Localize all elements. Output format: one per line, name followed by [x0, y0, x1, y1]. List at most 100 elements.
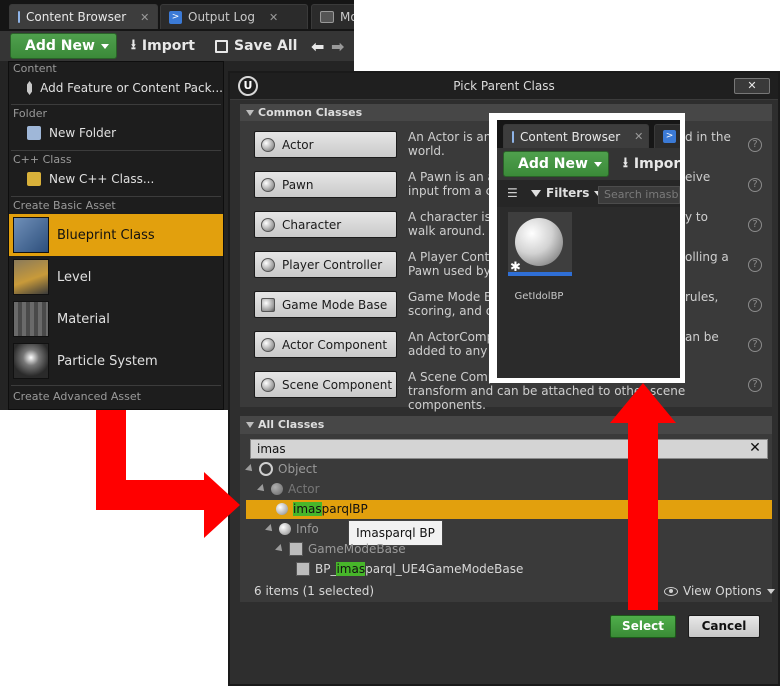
download-icon: ⭳: [131, 37, 136, 53]
tree-item-bp-gamemode[interactable]: BP_imasparql_UE4GameModeBase: [296, 562, 523, 576]
tree-item-info[interactable]: Info: [265, 522, 319, 536]
menu-item-new-folder[interactable]: New Folder: [9, 123, 223, 143]
inset-filter-bar: ☰ Filters Search imasbo: [497, 180, 680, 207]
all-classes-header[interactable]: All Classes: [240, 416, 772, 434]
menu-item-add-feature[interactable]: Add Feature or Content Pack...: [9, 77, 223, 99]
object-icon: [259, 462, 273, 476]
help-icon[interactable]: ?: [748, 258, 762, 272]
class-description-tail: rules,: [685, 290, 719, 304]
arrow-right-icon: ➡: [331, 36, 345, 56]
tree-item-object[interactable]: Object: [245, 462, 317, 476]
view-options-button[interactable]: View Options: [664, 584, 775, 598]
dialog-close-button[interactable]: ✕: [734, 78, 770, 94]
inset-add-new-button[interactable]: Add New: [503, 151, 609, 177]
class-button-actor[interactable]: Actor: [254, 131, 397, 158]
new-folder-icon: [27, 126, 41, 140]
class-button-actor-component[interactable]: Actor Component: [254, 331, 397, 358]
class-search-input[interactable]: imas: [250, 439, 768, 459]
inset-import-button[interactable]: ⭳ Impor: [623, 151, 680, 177]
asset-tile-getidolbp[interactable]: ✱: [508, 212, 572, 276]
tab-mo[interactable]: Mo: [311, 4, 354, 29]
class-button-character[interactable]: Character: [254, 211, 397, 238]
inset-tab-output-log[interactable]: >: [654, 124, 680, 148]
inset-content-browser: Content Browser ✕ > Add New ⭳ Impor ☰ Fi…: [497, 120, 680, 378]
asterisk-icon: ✱: [510, 260, 521, 275]
tab-content-browser[interactable]: Content Browser ✕: [9, 4, 158, 29]
forward-button[interactable]: ➡: [331, 33, 344, 59]
dialog-title: Pick Parent Class: [453, 79, 555, 93]
actor-icon: [261, 137, 275, 152]
divider: [11, 385, 221, 386]
annotation-arrow-right: [96, 480, 208, 510]
game-mode-icon: [296, 562, 310, 576]
expand-arrow-icon: [265, 524, 275, 534]
class-button-game-mode-base[interactable]: Game Mode Base: [254, 291, 397, 318]
asset-search-input[interactable]: Search imasbo: [598, 186, 680, 204]
menu-item-material[interactable]: Material: [9, 298, 223, 340]
close-icon[interactable]: ✕: [634, 130, 643, 143]
content-browser-icon: [18, 11, 20, 23]
save-all-button[interactable]: Save All: [215, 33, 297, 59]
blueprint-class-icon: [276, 503, 288, 515]
cancel-button[interactable]: Cancel: [688, 615, 760, 638]
chevron-down-icon: [100, 43, 109, 49]
download-icon: ⭳: [623, 155, 628, 171]
help-icon[interactable]: ?: [748, 138, 762, 152]
character-icon: [261, 217, 275, 232]
filter-icon: [531, 189, 541, 197]
save-icon: [215, 39, 228, 53]
info-icon: [279, 523, 291, 535]
menu-section-cpp: C++ Class: [13, 153, 72, 166]
help-icon[interactable]: ?: [748, 218, 762, 232]
menu-section-content: Content: [13, 62, 57, 75]
help-icon[interactable]: ?: [748, 178, 762, 192]
clear-search-icon[interactable]: ✕: [746, 439, 764, 459]
class-button-pawn[interactable]: Pawn: [254, 171, 397, 198]
menu-item-particle-system[interactable]: Particle System: [9, 340, 223, 382]
chevron-down-icon: [593, 161, 602, 167]
class-button-player-controller[interactable]: Player Controller: [254, 251, 397, 278]
select-button[interactable]: Select: [610, 615, 676, 638]
tree-item-gamemodebase[interactable]: GameModeBase: [275, 542, 406, 556]
asset-name-label: GetIdolBP: [514, 291, 564, 302]
game-mode-icon: [261, 297, 275, 312]
arrow-left-icon: ⬅: [311, 36, 325, 56]
close-icon[interactable]: ✕: [140, 11, 149, 24]
class-description-tail: olling a: [685, 250, 729, 264]
pawn-icon: [261, 177, 275, 192]
particle-system-icon: [13, 343, 49, 379]
annotation-arrow-up: [628, 420, 658, 610]
class-description-tail: eive: [685, 170, 711, 184]
back-button[interactable]: ⬅: [311, 33, 324, 59]
menu-section-advanced: Create Advanced Asset: [13, 390, 141, 403]
help-icon[interactable]: ?: [748, 298, 762, 312]
menu-item-new-cpp-class[interactable]: New C++ Class...: [9, 169, 223, 189]
inset-tab-content-browser[interactable]: Content Browser ✕: [503, 124, 649, 148]
help-icon[interactable]: ?: [748, 338, 762, 352]
blueprint-icon: [13, 217, 49, 253]
game-mode-icon: [289, 542, 303, 556]
import-button[interactable]: ⭳ Import: [131, 33, 195, 59]
menu-item-level[interactable]: Level: [9, 256, 223, 298]
eye-icon: [664, 586, 678, 596]
tab-output-log[interactable]: > Output Log ✕: [160, 4, 308, 29]
menu-section-basic: Create Basic Asset: [13, 199, 116, 212]
arrow-head-up-icon: [610, 383, 676, 423]
tree-item-actor[interactable]: Actor: [257, 482, 320, 496]
close-icon[interactable]: ✕: [269, 11, 278, 24]
dialog-title-bar: U Pick Parent Class ✕: [230, 73, 778, 100]
add-new-button[interactable]: Add New: [10, 33, 117, 59]
viewport-icon: [320, 11, 334, 23]
filters-button[interactable]: Filters: [531, 186, 603, 200]
editor-tab-bar: Content Browser ✕ > Output Log ✕ Mo: [0, 0, 354, 31]
list-icon: ☰: [507, 186, 518, 200]
tree-item-imasparqlbp[interactable]: imasparqlBP: [276, 502, 368, 516]
level-icon: [13, 259, 49, 295]
help-icon[interactable]: ?: [748, 378, 762, 392]
class-button-scene-component[interactable]: Scene Component: [254, 371, 397, 398]
arrow-head-right-icon: [204, 472, 240, 538]
menu-item-blueprint-class[interactable]: Blueprint Class: [9, 214, 223, 256]
inset-sources-toggle[interactable]: ☰: [507, 186, 518, 200]
add-new-menu: Content Add Feature or Content Pack... F…: [8, 61, 224, 410]
actor-component-icon: [261, 337, 275, 352]
